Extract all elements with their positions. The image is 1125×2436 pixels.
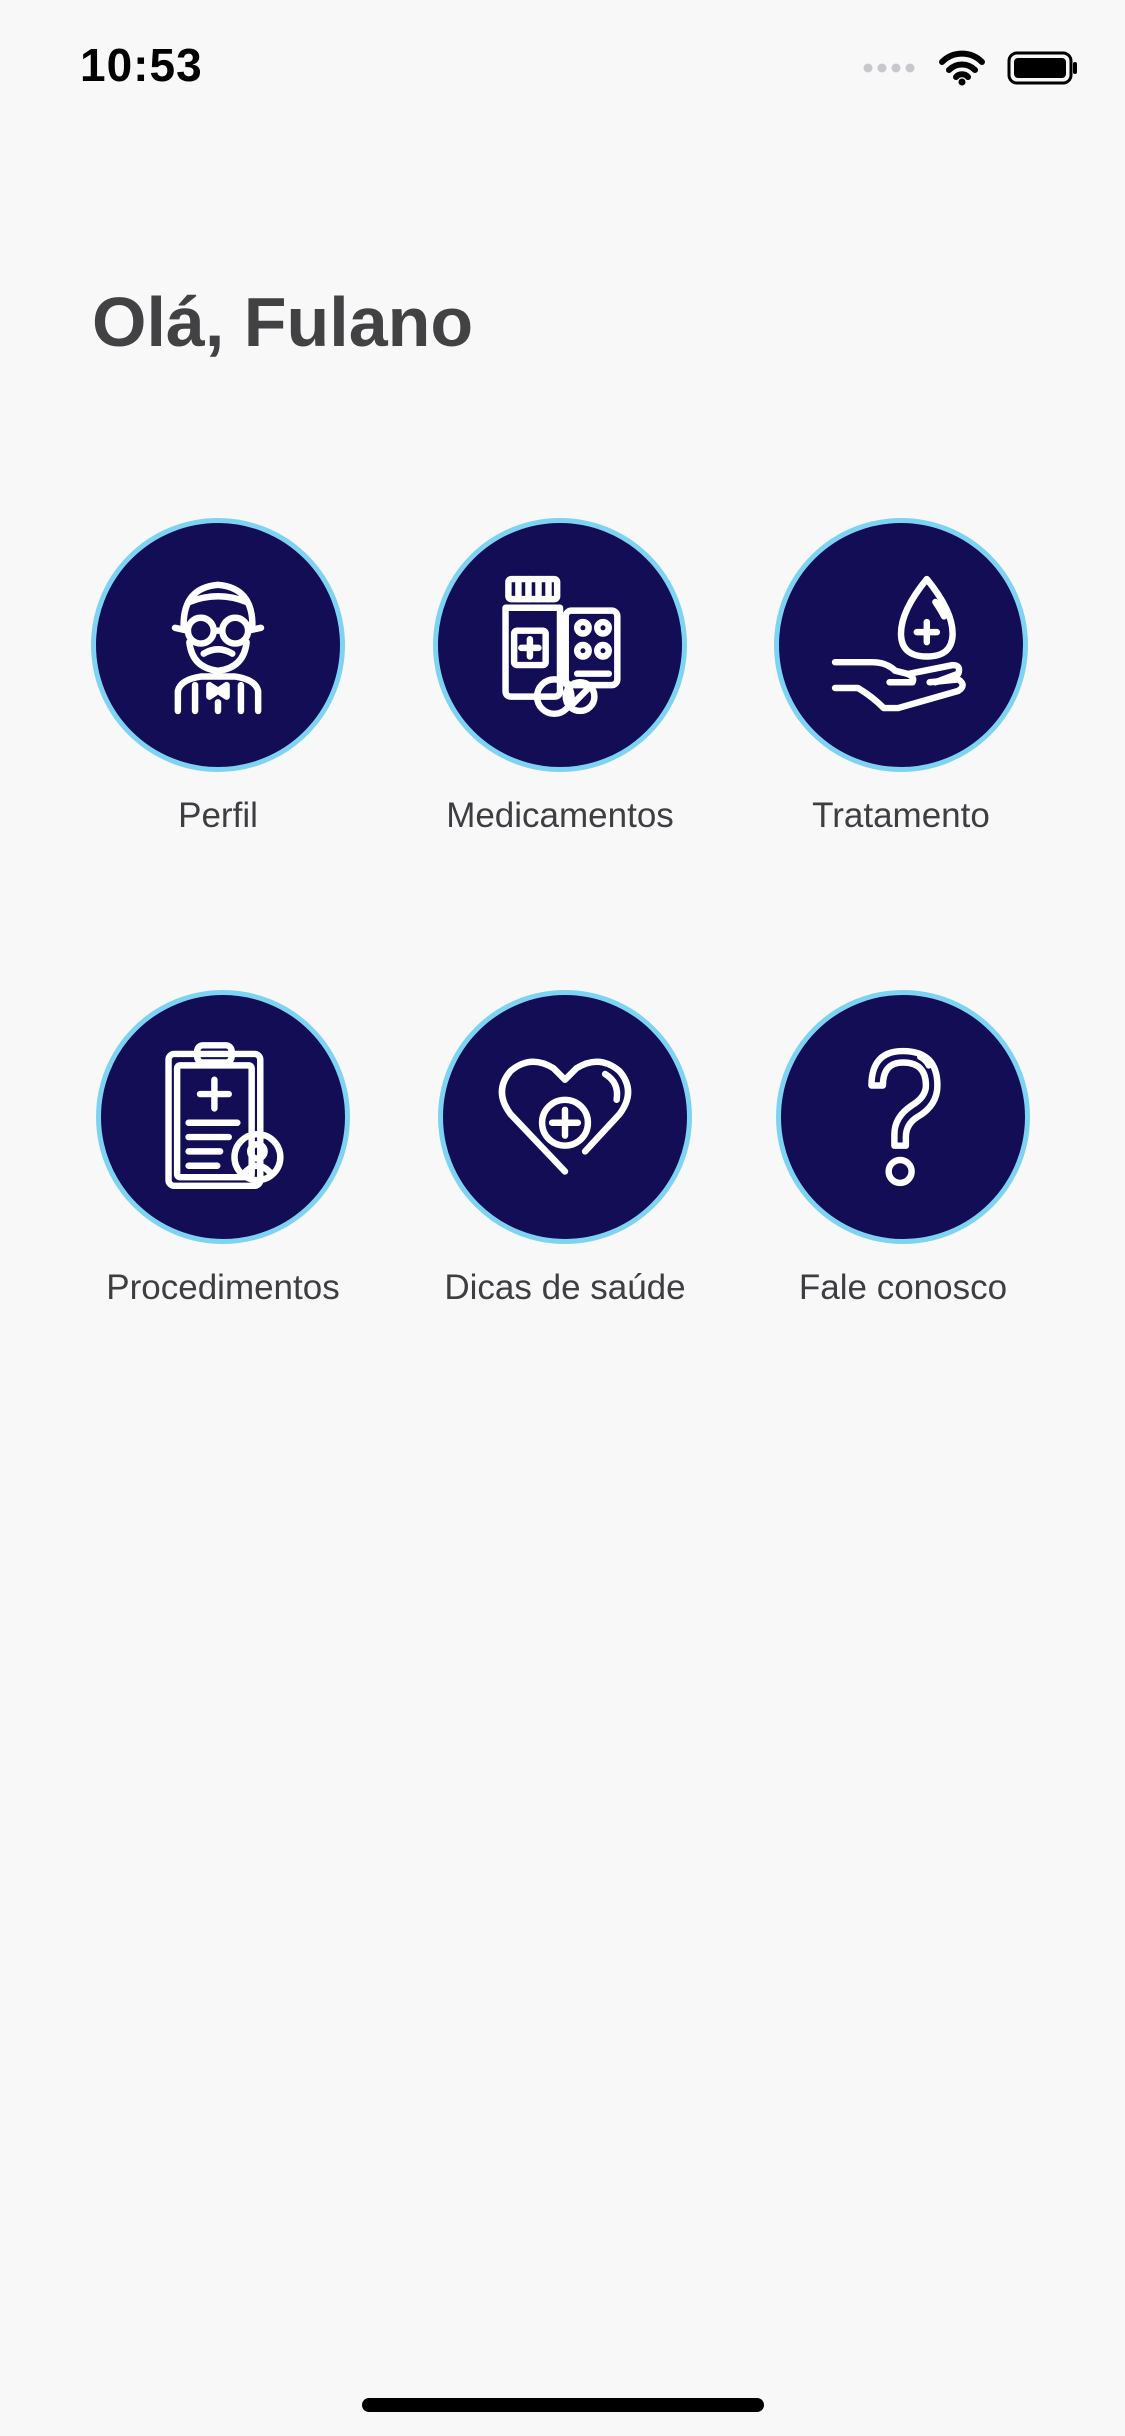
dicas-circle: [438, 990, 692, 1244]
elderly-man-icon: [171, 581, 265, 715]
greeting-title: Olá, Fulano: [92, 283, 474, 361]
menu-tile-medicamentos[interactable]: Medicamentos: [395, 518, 725, 938]
signal-dots-icon: [863, 63, 915, 73]
procedimentos-circle: [96, 990, 350, 1244]
menu-tile-perfil[interactable]: Perfil: [53, 518, 383, 938]
status-bar: 10:53: [0, 0, 1125, 132]
perfil-circle: [91, 518, 345, 772]
tile-label-procedimentos: Procedimentos: [106, 1268, 340, 1307]
question-mark-icon: [868, 1047, 941, 1187]
medicamentos-circle: [433, 518, 687, 772]
menu-tile-dicas-de-saude[interactable]: Dicas de saúde: [400, 990, 730, 1410]
tile-label-perfil: Perfil: [178, 796, 258, 835]
fale-conosco-circle: [776, 990, 1030, 1244]
menu-tile-procedimentos[interactable]: Procedimentos: [58, 990, 388, 1410]
battery-icon: [1007, 51, 1077, 85]
heart-cross-icon: [498, 1058, 632, 1175]
tile-label-tratamento: Tratamento: [812, 796, 990, 835]
clipboard-medical-icon: [165, 1042, 284, 1190]
tratamento-circle: [774, 518, 1028, 772]
tile-label-fale-conosco: Fale conosco: [798, 1268, 1008, 1307]
home-indicator[interactable]: [362, 2398, 764, 2412]
tile-label-medicamentos: Medicamentos: [446, 796, 674, 835]
status-icons: [863, 46, 1079, 90]
menu-tile-tratamento[interactable]: Tratamento: [736, 518, 1066, 938]
status-time: 10:53: [80, 39, 203, 91]
medicine-bottle-pills-icon: [502, 575, 621, 718]
tile-label-dicas-de-saude: Dicas de saúde: [444, 1268, 686, 1307]
menu-tile-fale-conosco[interactable]: Fale conosco: [738, 990, 1068, 1410]
wifi-icon: [939, 50, 985, 86]
hand-drop-icon: [831, 575, 966, 712]
